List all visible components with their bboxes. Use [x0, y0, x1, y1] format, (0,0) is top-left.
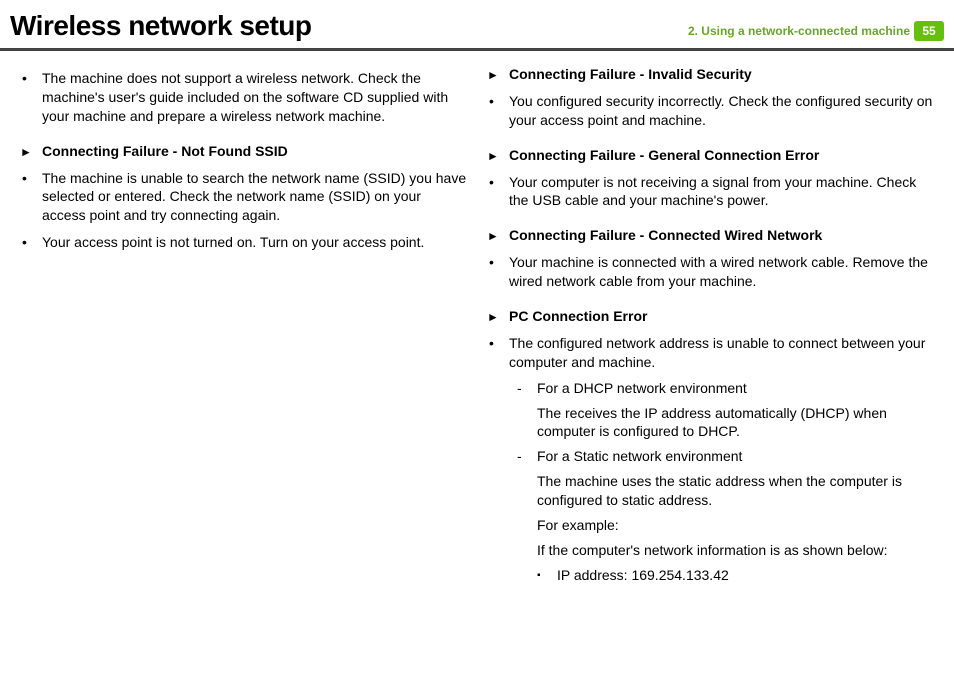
- page-title: Wireless network setup: [10, 10, 312, 42]
- section-heading-connected-wired-network: ► Connecting Failure - Connected Wired N…: [487, 214, 934, 249]
- sub-square-item: ▪ IP address: 169.254.133.42: [487, 563, 934, 588]
- section-title: Connecting Failure - General Connection …: [509, 146, 819, 165]
- sub-paragraph: The machine uses the static address when…: [487, 469, 934, 513]
- bullet-icon: •: [487, 173, 509, 211]
- bullet-text: You configured security incorrectly. Che…: [509, 92, 934, 130]
- bullet-text: Your computer is not receiving a signal …: [509, 173, 934, 211]
- sub-list-item: - For a Static network environment: [487, 444, 934, 469]
- bullet-icon: •: [487, 334, 509, 372]
- list-item: • Your access point is not turned on. Tu…: [20, 229, 467, 256]
- bullet-icon: •: [487, 92, 509, 130]
- page-header: Wireless network setup 2. Using a networ…: [0, 0, 954, 51]
- section-heading-invalid-security: ► Connecting Failure - Invalid Security: [487, 65, 934, 88]
- section-title: Connecting Failure - Not Found SSID: [42, 142, 288, 161]
- list-item: • The machine is unable to search the ne…: [20, 165, 467, 230]
- triangle-icon: ►: [487, 146, 509, 165]
- sub-paragraph: For example:: [487, 513, 934, 538]
- sub-list-item: - For a DHCP network environment: [487, 376, 934, 401]
- triangle-icon: ►: [487, 65, 509, 84]
- section-heading-general-connection-error: ► Connecting Failure - General Connectio…: [487, 134, 934, 169]
- sub-text: For a DHCP network environment: [537, 379, 934, 398]
- section-title: Connecting Failure - Invalid Security: [509, 65, 752, 84]
- bullet-text: Your machine is connected with a wired n…: [509, 253, 934, 291]
- bullet-text: The machine is unable to search the netw…: [42, 169, 467, 226]
- list-item: • Your machine is connected with a wired…: [487, 249, 934, 295]
- right-column: ► Connecting Failure - Invalid Security …: [487, 65, 934, 588]
- section-title: Connecting Failure - Connected Wired Net…: [509, 226, 822, 245]
- triangle-icon: ►: [20, 142, 42, 161]
- bullet-text: The configured network address is unable…: [509, 334, 934, 372]
- bullet-icon: •: [20, 233, 42, 252]
- left-column: • The machine does not support a wireles…: [20, 65, 467, 588]
- bullet-text: Your access point is not turned on. Turn…: [42, 233, 467, 252]
- dash-icon: -: [517, 447, 537, 466]
- chapter-link[interactable]: 2. Using a network-connected machine: [688, 24, 910, 38]
- list-item: • The configured network address is unab…: [487, 330, 934, 376]
- dash-icon: -: [517, 379, 537, 398]
- list-item: • You configured security incorrectly. C…: [487, 88, 934, 134]
- square-icon: ▪: [537, 566, 557, 585]
- sub-paragraph: If the computer's network information is…: [487, 538, 934, 563]
- sub-paragraph: The receives the IP address automaticall…: [487, 401, 934, 445]
- list-item: • Your computer is not receiving a signa…: [487, 169, 934, 215]
- section-title: PC Connection Error: [509, 307, 647, 326]
- content-columns: • The machine does not support a wireles…: [0, 51, 954, 588]
- page-container: Wireless network setup 2. Using a networ…: [0, 0, 954, 675]
- chapter-navigation: 2. Using a network-connected machine 55: [688, 21, 944, 41]
- bullet-text: The machine does not support a wireless …: [42, 69, 467, 126]
- bullet-icon: •: [20, 169, 42, 226]
- sub-square-text: IP address: 169.254.133.42: [557, 566, 729, 585]
- list-item: • The machine does not support a wireles…: [20, 65, 467, 130]
- section-heading-pc-connection-error: ► PC Connection Error: [487, 295, 934, 330]
- bullet-icon: •: [487, 253, 509, 291]
- sub-text: For a Static network environment: [537, 447, 934, 466]
- triangle-icon: ►: [487, 226, 509, 245]
- bullet-icon: •: [20, 69, 42, 126]
- triangle-icon: ►: [487, 307, 509, 326]
- section-heading-not-found-ssid: ► Connecting Failure - Not Found SSID: [20, 130, 467, 165]
- page-number-badge: 55: [914, 21, 944, 41]
